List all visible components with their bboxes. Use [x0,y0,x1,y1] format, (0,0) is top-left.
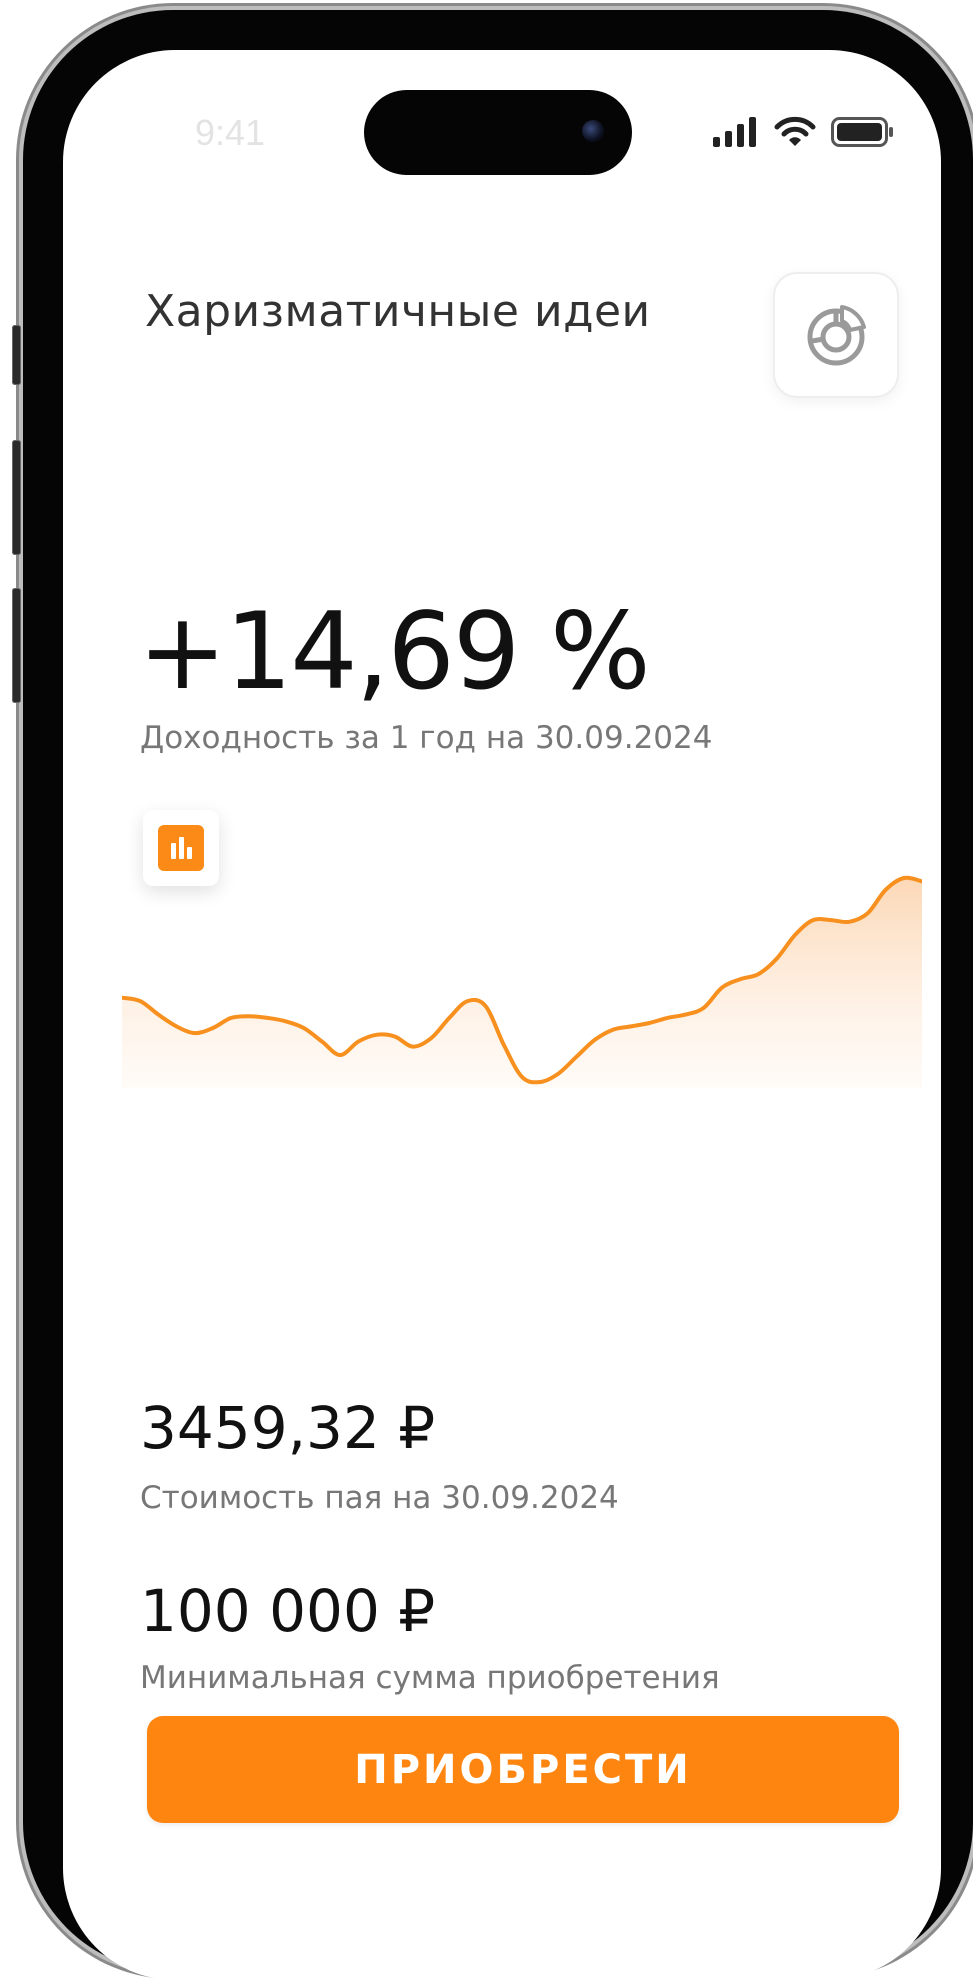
buy-button[interactable]: ПРИОБРЕСТИ [147,1716,899,1823]
screen: 9:41 Харизматичные идеи +14,69 % Доходно… [63,50,941,1980]
wifi-icon [774,116,816,146]
chart-area [122,877,922,1088]
chart-view-button[interactable] [773,272,899,398]
silent-switch [12,325,21,385]
camera-icon [582,120,604,142]
phone-frame: 9:41 Харизматичные идеи +14,69 % Доходно… [12,10,973,1980]
chart-type-inner [158,825,204,871]
status-time: 9:41 [195,112,266,153]
yield-caption: Доходность за 1 год на 30.09.2024 [140,720,713,756]
min-amount: 100 000 ₽ [140,1577,436,1645]
signal-icon [713,117,756,147]
donut-chart-icon [807,305,866,366]
yield-value: +14,69 % [138,590,651,713]
volume-up-button [12,440,21,555]
bar-chart-icon [171,837,192,859]
volume-down-button [12,588,21,703]
yield-chart [122,875,922,1088]
min-amount-caption: Минимальная сумма приобретения [140,1660,720,1696]
unit-price: 3459,32 ₽ [140,1394,436,1462]
battery-icon [831,117,893,147]
unit-price-caption: Стоимость пая на 30.09.2024 [140,1480,619,1516]
chart-type-button[interactable] [143,810,219,886]
page-title: Харизматичные идеи [145,286,651,337]
status-icons [713,116,895,148]
dynamic-island [364,90,632,175]
